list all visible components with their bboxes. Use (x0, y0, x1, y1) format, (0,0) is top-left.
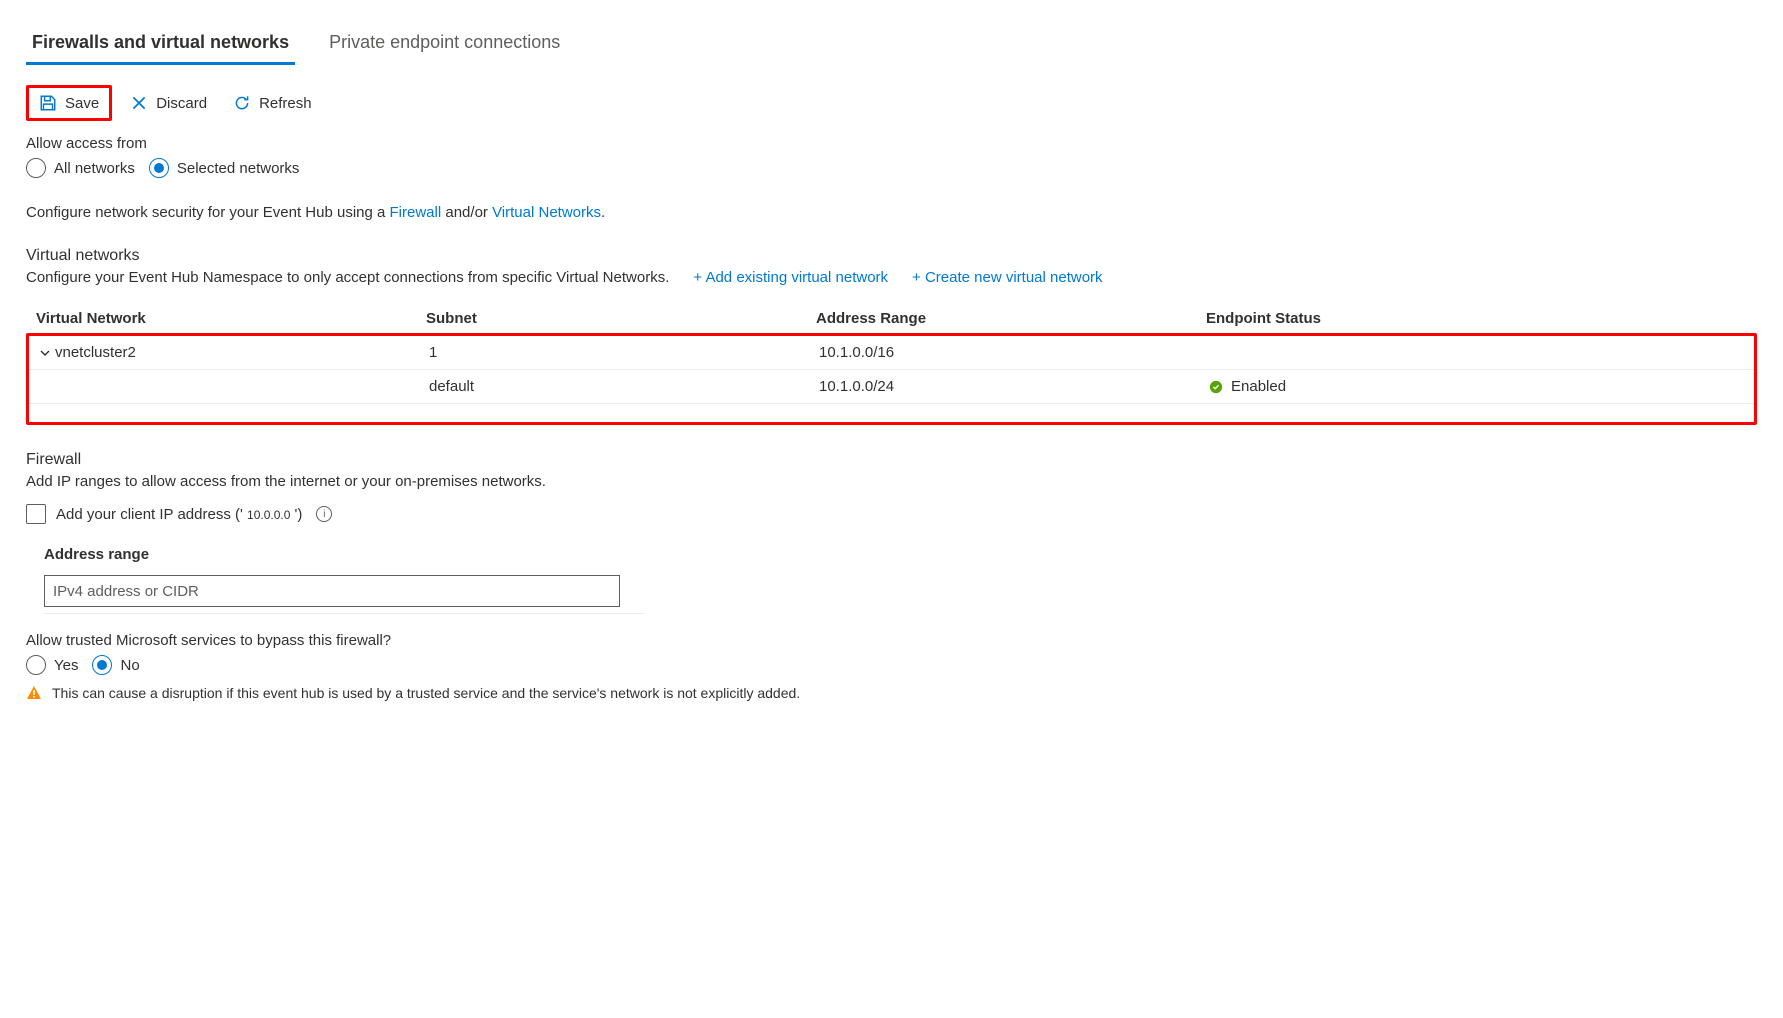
table-row[interactable]: default 10.1.0.0/24 Enabled (29, 370, 1754, 404)
tab-private-endpoints[interactable]: Private endpoint connections (323, 24, 566, 65)
vnet-rows-highlight-box: vnetcluster2 1 10.1.0.0/16 default 10.1.… (26, 333, 1757, 425)
address-range-section: Address range (44, 546, 644, 614)
chevron-down-icon (39, 347, 51, 359)
vnet-subtext: Configure your Event Hub Namespace to on… (26, 269, 669, 286)
col-subnet: Subnet (426, 310, 816, 327)
firewall-subtext: Add IP ranges to allow access from the i… (26, 473, 1757, 490)
firewall-link[interactable]: Firewall (390, 204, 442, 221)
discard-button-label: Discard (156, 95, 207, 112)
col-virtual-network: Virtual Network (36, 310, 426, 327)
save-icon (39, 94, 57, 112)
add-existing-vnet-link[interactable]: + Add existing virtual network (693, 269, 888, 286)
toolbar: Save Discard Refresh (26, 85, 1757, 121)
vnet-range: 10.1.0.0/16 (819, 344, 1209, 361)
checkbox-icon (26, 504, 46, 524)
address-range-label: Address range (44, 546, 644, 563)
vnet-range: 10.1.0.0/24 (819, 378, 1209, 395)
radio-bypass-yes[interactable]: Yes (26, 655, 78, 675)
vnet-subnet: 1 (429, 344, 819, 361)
bypass-warning-text: This can cause a disruption if this even… (52, 685, 800, 701)
allow-access-radio-group: All networks Selected networks (26, 158, 1757, 178)
firewall-heading: Firewall (26, 451, 1757, 469)
save-button[interactable]: Save (31, 90, 107, 116)
allow-access-label: Allow access from (26, 135, 1757, 152)
close-icon (130, 94, 148, 112)
radio-selected-networks-label: Selected networks (177, 160, 300, 177)
radio-bypass-yes-label: Yes (54, 657, 78, 674)
radio-selected-networks[interactable]: Selected networks (149, 158, 300, 178)
add-client-ip-checkbox[interactable]: Add your client IP address (' 10.0.0.0 '… (26, 504, 332, 524)
radio-bypass-no[interactable]: No (92, 655, 139, 675)
vnet-status: Enabled (1209, 378, 1744, 395)
info-icon[interactable]: i (316, 506, 332, 522)
radio-bypass-no-label: No (120, 657, 139, 674)
col-endpoint-status: Endpoint Status (1206, 310, 1747, 327)
address-range-input[interactable] (44, 575, 620, 607)
table-row[interactable]: vnetcluster2 1 10.1.0.0/16 (29, 336, 1754, 370)
bypass-warning: This can cause a disruption if this even… (26, 685, 1757, 701)
virtual-networks-link[interactable]: Virtual Networks (492, 204, 601, 221)
discard-button[interactable]: Discard (122, 90, 215, 116)
refresh-icon (233, 94, 251, 112)
vnet-table: Virtual Network Subnet Address Range End… (26, 302, 1757, 425)
col-address-range: Address Range (816, 310, 1206, 327)
create-new-vnet-link[interactable]: + Create new virtual network (912, 269, 1103, 286)
bypass-radio-group: Yes No (26, 655, 1757, 675)
tab-firewalls[interactable]: Firewalls and virtual networks (26, 24, 295, 65)
radio-all-networks-label: All networks (54, 160, 135, 177)
radio-all-networks[interactable]: All networks (26, 158, 135, 178)
save-highlight-box: Save (26, 85, 112, 121)
vnet-subnet: default (429, 378, 819, 395)
bypass-label: Allow trusted Microsoft services to bypa… (26, 632, 1757, 649)
add-client-ip-label-prefix: Add your client IP address (' (56, 506, 247, 523)
vnet-subtext-row: Configure your Event Hub Namespace to on… (26, 269, 1757, 286)
client-ip-value: 10.0.0.0 (247, 508, 290, 522)
check-circle-icon (1209, 380, 1223, 394)
save-button-label: Save (65, 95, 99, 112)
tab-bar: Firewalls and virtual networks Private e… (26, 24, 1757, 65)
refresh-button[interactable]: Refresh (225, 90, 320, 116)
refresh-button-label: Refresh (259, 95, 312, 112)
vnet-table-header: Virtual Network Subnet Address Range End… (26, 302, 1757, 333)
vnet-heading: Virtual networks (26, 247, 1757, 265)
vnet-name: vnetcluster2 (55, 344, 136, 361)
warning-icon (26, 685, 42, 701)
network-security-description: Configure network security for your Even… (26, 204, 1757, 221)
add-client-ip-label-suffix: ') (290, 506, 302, 523)
